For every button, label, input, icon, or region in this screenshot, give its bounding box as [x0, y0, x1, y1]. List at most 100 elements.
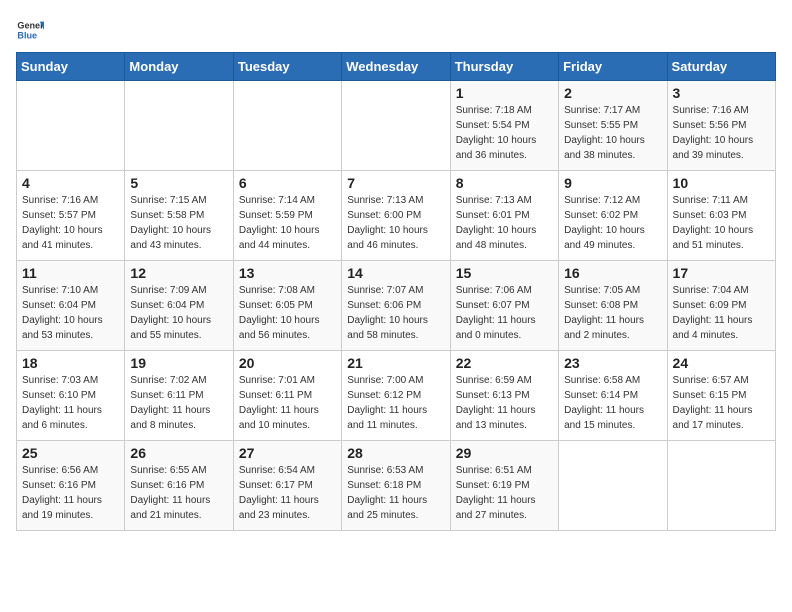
day-number: 12: [130, 265, 227, 281]
svg-text:Blue: Blue: [17, 30, 37, 40]
day-number: 29: [456, 445, 553, 461]
calendar-cell: 1 Sunrise: 7:18 AM Sunset: 5:54 PM Daylig…: [450, 81, 558, 171]
header: General Blue: [16, 16, 776, 44]
day-info: Sunrise: 6:56 AM Sunset: 6:16 PM Dayligh…: [22, 463, 119, 523]
day-info: Sunrise: 6:55 AM Sunset: 6:16 PM Dayligh…: [130, 463, 227, 523]
day-number: 22: [456, 355, 553, 371]
day-info: Sunrise: 7:07 AM Sunset: 6:06 PM Dayligh…: [347, 283, 444, 343]
day-info: Sunrise: 6:58 AM Sunset: 6:14 PM Dayligh…: [564, 373, 661, 433]
calendar-cell: 12 Sunrise: 7:09 AM Sunset: 6:04 PM Dayli…: [125, 261, 233, 351]
calendar-cell: 17 Sunrise: 7:04 AM Sunset: 6:09 PM Dayli…: [667, 261, 775, 351]
svg-text:General: General: [17, 21, 44, 31]
day-info: Sunrise: 7:10 AM Sunset: 6:04 PM Dayligh…: [22, 283, 119, 343]
calendar-cell: [17, 81, 125, 171]
day-info: Sunrise: 7:16 AM Sunset: 5:57 PM Dayligh…: [22, 193, 119, 253]
day-number: 15: [456, 265, 553, 281]
day-info: Sunrise: 7:00 AM Sunset: 6:12 PM Dayligh…: [347, 373, 444, 433]
calendar-week-row: 11 Sunrise: 7:10 AM Sunset: 6:04 PM Dayli…: [17, 261, 776, 351]
calendar-cell: 5Sunrise: 7:15 AM Sunset: 5:58 PM Daylig…: [125, 171, 233, 261]
calendar-cell: 27 Sunrise: 6:54 AM Sunset: 6:17 PM Dayli…: [233, 441, 341, 531]
day-of-week-header: Wednesday: [342, 53, 450, 81]
day-info: Sunrise: 7:03 AM Sunset: 6:10 PM Dayligh…: [22, 373, 119, 433]
calendar-cell: [559, 441, 667, 531]
day-number: 27: [239, 445, 336, 461]
day-number: 25: [22, 445, 119, 461]
day-info: Sunrise: 7:17 AM Sunset: 5:55 PM Dayligh…: [564, 103, 661, 163]
calendar-cell: 29 Sunrise: 6:51 AM Sunset: 6:19 PM Dayli…: [450, 441, 558, 531]
day-info: Sunrise: 7:04 AM Sunset: 6:09 PM Dayligh…: [673, 283, 770, 343]
day-info: Sunrise: 7:05 AM Sunset: 6:08 PM Dayligh…: [564, 283, 661, 343]
day-number: 17: [673, 265, 770, 281]
day-info: Sunrise: 7:12 AM Sunset: 6:02 PM Dayligh…: [564, 193, 661, 253]
calendar-week-row: 1 Sunrise: 7:18 AM Sunset: 5:54 PM Daylig…: [17, 81, 776, 171]
calendar-cell: 16 Sunrise: 7:05 AM Sunset: 6:08 PM Dayli…: [559, 261, 667, 351]
calendar-week-row: 4 Sunrise: 7:16 AM Sunset: 5:57 PM Daylig…: [17, 171, 776, 261]
day-info: Sunrise: 7:13 AM Sunset: 6:01 PM Dayligh…: [456, 193, 553, 253]
logo-icon: General Blue: [16, 16, 44, 44]
day-of-week-header: Monday: [125, 53, 233, 81]
day-info: Sunrise: 7:13 AM Sunset: 6:00 PM Dayligh…: [347, 193, 444, 253]
day-number: 26: [130, 445, 227, 461]
day-of-week-header: Sunday: [17, 53, 125, 81]
calendar-cell: [342, 81, 450, 171]
calendar-cell: 8Sunrise: 7:13 AM Sunset: 6:01 PM Daylig…: [450, 171, 558, 261]
day-number: 2: [564, 85, 661, 101]
calendar-cell: 19 Sunrise: 7:02 AM Sunset: 6:11 PM Dayli…: [125, 351, 233, 441]
day-number: 23: [564, 355, 661, 371]
day-number: 13: [239, 265, 336, 281]
calendar-cell: 25 Sunrise: 6:56 AM Sunset: 6:16 PM Dayli…: [17, 441, 125, 531]
calendar-cell: 7Sunrise: 7:13 AM Sunset: 6:00 PM Daylig…: [342, 171, 450, 261]
day-number: 24: [673, 355, 770, 371]
calendar-cell: 28 Sunrise: 6:53 AM Sunset: 6:18 PM Dayli…: [342, 441, 450, 531]
day-info: Sunrise: 7:18 AM Sunset: 5:54 PM Dayligh…: [456, 103, 553, 163]
day-info: Sunrise: 7:06 AM Sunset: 6:07 PM Dayligh…: [456, 283, 553, 343]
calendar-cell: 11 Sunrise: 7:10 AM Sunset: 6:04 PM Dayli…: [17, 261, 125, 351]
calendar-cell: 23 Sunrise: 6:58 AM Sunset: 6:14 PM Dayli…: [559, 351, 667, 441]
calendar-cell: 2 Sunrise: 7:17 AM Sunset: 5:55 PM Daylig…: [559, 81, 667, 171]
header-row: SundayMondayTuesdayWednesdayThursdayFrid…: [17, 53, 776, 81]
day-number: 19: [130, 355, 227, 371]
calendar-week-row: 25 Sunrise: 6:56 AM Sunset: 6:16 PM Dayli…: [17, 441, 776, 531]
day-info: Sunrise: 6:57 AM Sunset: 6:15 PM Dayligh…: [673, 373, 770, 433]
day-number: 10: [673, 175, 770, 191]
day-of-week-header: Tuesday: [233, 53, 341, 81]
day-of-week-header: Friday: [559, 53, 667, 81]
calendar-cell: 6Sunrise: 7:14 AM Sunset: 5:59 PM Daylig…: [233, 171, 341, 261]
day-info: Sunrise: 6:59 AM Sunset: 6:13 PM Dayligh…: [456, 373, 553, 433]
calendar-cell: 26 Sunrise: 6:55 AM Sunset: 6:16 PM Dayli…: [125, 441, 233, 531]
calendar-cell: 18 Sunrise: 7:03 AM Sunset: 6:10 PM Dayli…: [17, 351, 125, 441]
day-info: Sunrise: 6:51 AM Sunset: 6:19 PM Dayligh…: [456, 463, 553, 523]
day-number: 18: [22, 355, 119, 371]
calendar-cell: 22 Sunrise: 6:59 AM Sunset: 6:13 PM Dayli…: [450, 351, 558, 441]
day-info: Sunrise: 7:09 AM Sunset: 6:04 PM Dayligh…: [130, 283, 227, 343]
day-info: Sunrise: 7:11 AM Sunset: 6:03 PM Dayligh…: [673, 193, 770, 253]
day-of-week-header: Thursday: [450, 53, 558, 81]
calendar-table: SundayMondayTuesdayWednesdayThursdayFrid…: [16, 52, 776, 531]
day-number: 28: [347, 445, 444, 461]
calendar-cell: 9 Sunrise: 7:12 AM Sunset: 6:02 PM Daylig…: [559, 171, 667, 261]
day-info: Sunrise: 6:54 AM Sunset: 6:17 PM Dayligh…: [239, 463, 336, 523]
day-info: Sunrise: 7:08 AM Sunset: 6:05 PM Dayligh…: [239, 283, 336, 343]
day-number: 21: [347, 355, 444, 371]
day-info: Sunrise: 7:02 AM Sunset: 6:11 PM Dayligh…: [130, 373, 227, 433]
day-number: 16: [564, 265, 661, 281]
day-number: 5: [130, 175, 227, 191]
day-number: 20: [239, 355, 336, 371]
day-of-week-header: Saturday: [667, 53, 775, 81]
day-number: 9: [564, 175, 661, 191]
calendar-cell: 13 Sunrise: 7:08 AM Sunset: 6:05 PM Dayli…: [233, 261, 341, 351]
calendar-cell: 14Sunrise: 7:07 AM Sunset: 6:06 PM Dayli…: [342, 261, 450, 351]
day-number: 11: [22, 265, 119, 281]
calendar-cell: [233, 81, 341, 171]
day-info: Sunrise: 7:14 AM Sunset: 5:59 PM Dayligh…: [239, 193, 336, 253]
day-number: 4: [22, 175, 119, 191]
calendar-body: 1 Sunrise: 7:18 AM Sunset: 5:54 PM Daylig…: [17, 81, 776, 531]
day-info: Sunrise: 7:01 AM Sunset: 6:11 PM Dayligh…: [239, 373, 336, 433]
calendar-cell: 20 Sunrise: 7:01 AM Sunset: 6:11 PM Dayli…: [233, 351, 341, 441]
calendar-cell: 4 Sunrise: 7:16 AM Sunset: 5:57 PM Daylig…: [17, 171, 125, 261]
day-number: 1: [456, 85, 553, 101]
calendar-week-row: 18 Sunrise: 7:03 AM Sunset: 6:10 PM Dayli…: [17, 351, 776, 441]
logo: General Blue: [16, 16, 44, 44]
day-info: Sunrise: 7:16 AM Sunset: 5:56 PM Dayligh…: [673, 103, 770, 163]
day-info: Sunrise: 6:53 AM Sunset: 6:18 PM Dayligh…: [347, 463, 444, 523]
